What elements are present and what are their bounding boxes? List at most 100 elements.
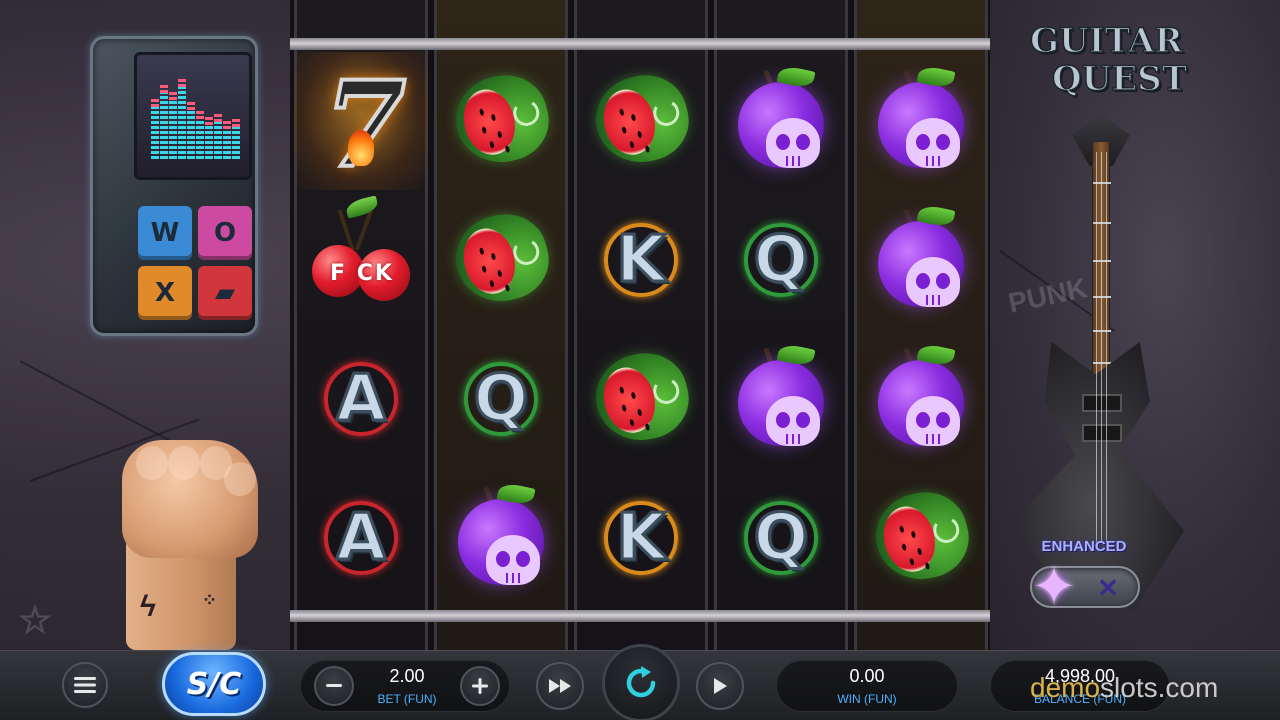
reel-cell xyxy=(714,52,848,190)
plum-symbol xyxy=(866,342,976,454)
equalizer-bar-peak xyxy=(160,85,168,93)
equalizer-bar xyxy=(169,100,177,159)
guitar-illustration xyxy=(1010,112,1190,612)
turbo-button[interactable] xyxy=(536,662,584,710)
skull-teeth xyxy=(922,156,944,166)
bet-decrease-button[interactable] xyxy=(314,666,354,706)
watermelon-seed xyxy=(504,284,511,292)
skull-teeth xyxy=(502,573,524,583)
close-x-icon[interactable]: ✕ xyxy=(1088,572,1128,604)
seven-glyph: 7 xyxy=(322,53,408,196)
plum-body xyxy=(878,82,964,168)
watermelon-seed xyxy=(504,145,511,153)
plum-body xyxy=(878,360,964,446)
reel-cell: K xyxy=(574,191,708,329)
speaker-button-w: W xyxy=(138,206,192,260)
skull-eye xyxy=(496,551,510,567)
reel-cell xyxy=(854,191,988,329)
bet-label: BET (FUN) xyxy=(377,692,437,706)
watermelon-seed xyxy=(909,557,915,566)
cherry-leaf xyxy=(344,195,380,219)
spin-button[interactable] xyxy=(602,644,680,720)
currency-toggle-button[interactable]: S/C xyxy=(162,652,266,716)
watermelon-seed xyxy=(629,140,635,149)
equalizer-bar xyxy=(205,125,213,159)
card-q-symbol: Q xyxy=(726,205,836,315)
reel-cell xyxy=(574,330,708,468)
plum-symbol xyxy=(726,64,836,176)
card-letter: Q xyxy=(472,361,529,438)
watermelon-seed xyxy=(621,126,627,135)
card-letter: A xyxy=(335,500,388,577)
card-a-symbol: A xyxy=(306,483,416,593)
watermelon-flesh xyxy=(457,223,522,300)
pentagram-star-icon[interactable]: ✦ xyxy=(1026,560,1082,614)
minus-icon xyxy=(326,684,342,687)
watermelon-symbol xyxy=(866,483,978,593)
menu-button[interactable] xyxy=(62,662,108,708)
skull-icon xyxy=(766,118,820,168)
plum-symbol xyxy=(726,342,836,454)
guitar-pickup xyxy=(1082,424,1122,442)
skull-eye xyxy=(916,412,930,428)
smiley-drip xyxy=(510,97,543,129)
play-icon xyxy=(714,678,727,694)
smiley-drip xyxy=(930,514,963,546)
autoplay-button[interactable] xyxy=(696,662,744,710)
speaker-button-grid: W O X ▰ xyxy=(132,198,256,326)
reel-cell: 7 xyxy=(294,52,428,196)
equalizer-bar-peak xyxy=(214,114,222,122)
equalizer-bar-peak xyxy=(151,99,159,107)
watermelon-seed xyxy=(621,404,627,413)
watermelon-seed xyxy=(644,423,651,431)
skull-eye xyxy=(936,412,950,428)
watermelon-seed xyxy=(481,265,487,274)
knuckle xyxy=(168,446,200,480)
skull-eye xyxy=(776,134,790,150)
watermelon-seed xyxy=(618,386,625,395)
watermelon-seed xyxy=(924,562,931,570)
flame-icon xyxy=(348,130,374,166)
watermelon-rind xyxy=(446,66,558,172)
watermelon-flesh xyxy=(597,362,662,439)
bet-increase-button[interactable] xyxy=(460,666,500,706)
skull-teeth xyxy=(782,434,804,444)
equalizer-bar xyxy=(196,119,204,159)
skull-icon xyxy=(906,118,960,168)
reel-area: 7 F CK A A Q K K Q Q xyxy=(290,0,990,650)
card-k-symbol: K xyxy=(586,483,696,593)
fist-illustration: ϟ ⁘ xyxy=(118,440,258,650)
skull-eye xyxy=(796,412,810,428)
equalizer-bar xyxy=(232,127,240,159)
reel-cell xyxy=(714,330,848,468)
reel-cell: Q xyxy=(434,330,568,468)
reel-cell xyxy=(854,469,988,607)
reel-cell: K xyxy=(574,469,708,607)
game-logo: GUITAR QUEST xyxy=(1029,21,1188,106)
watermelon-seed xyxy=(630,391,637,400)
fast-forward-icon xyxy=(549,679,571,693)
plum-symbol xyxy=(866,64,976,176)
watermark-part-2: slots.com xyxy=(1100,672,1219,703)
equalizer-bar xyxy=(187,110,195,159)
watermelon-seed xyxy=(629,418,635,427)
speaker-button-red: ▰ xyxy=(198,266,252,320)
card-q-symbol: Q xyxy=(726,483,836,593)
reel-cell: A xyxy=(294,469,428,607)
watermelon-rind xyxy=(866,483,978,589)
watermelon-flesh xyxy=(877,501,942,578)
bet-value: 2.00 xyxy=(389,666,425,686)
smiley-drip xyxy=(510,236,543,268)
skull-eye xyxy=(516,551,530,567)
reel-cell xyxy=(854,52,988,190)
reel-rail-bottom xyxy=(290,610,990,622)
watermelon-rind xyxy=(446,205,558,311)
card-letter: Q xyxy=(752,500,809,577)
card-q-symbol: Q xyxy=(446,344,556,454)
skull-eye xyxy=(796,134,810,150)
skull-eye xyxy=(776,412,790,428)
watermelon-flesh xyxy=(457,84,522,161)
reel-cell xyxy=(434,469,568,607)
skull-eye xyxy=(916,273,930,289)
card-letter: A xyxy=(335,361,388,438)
